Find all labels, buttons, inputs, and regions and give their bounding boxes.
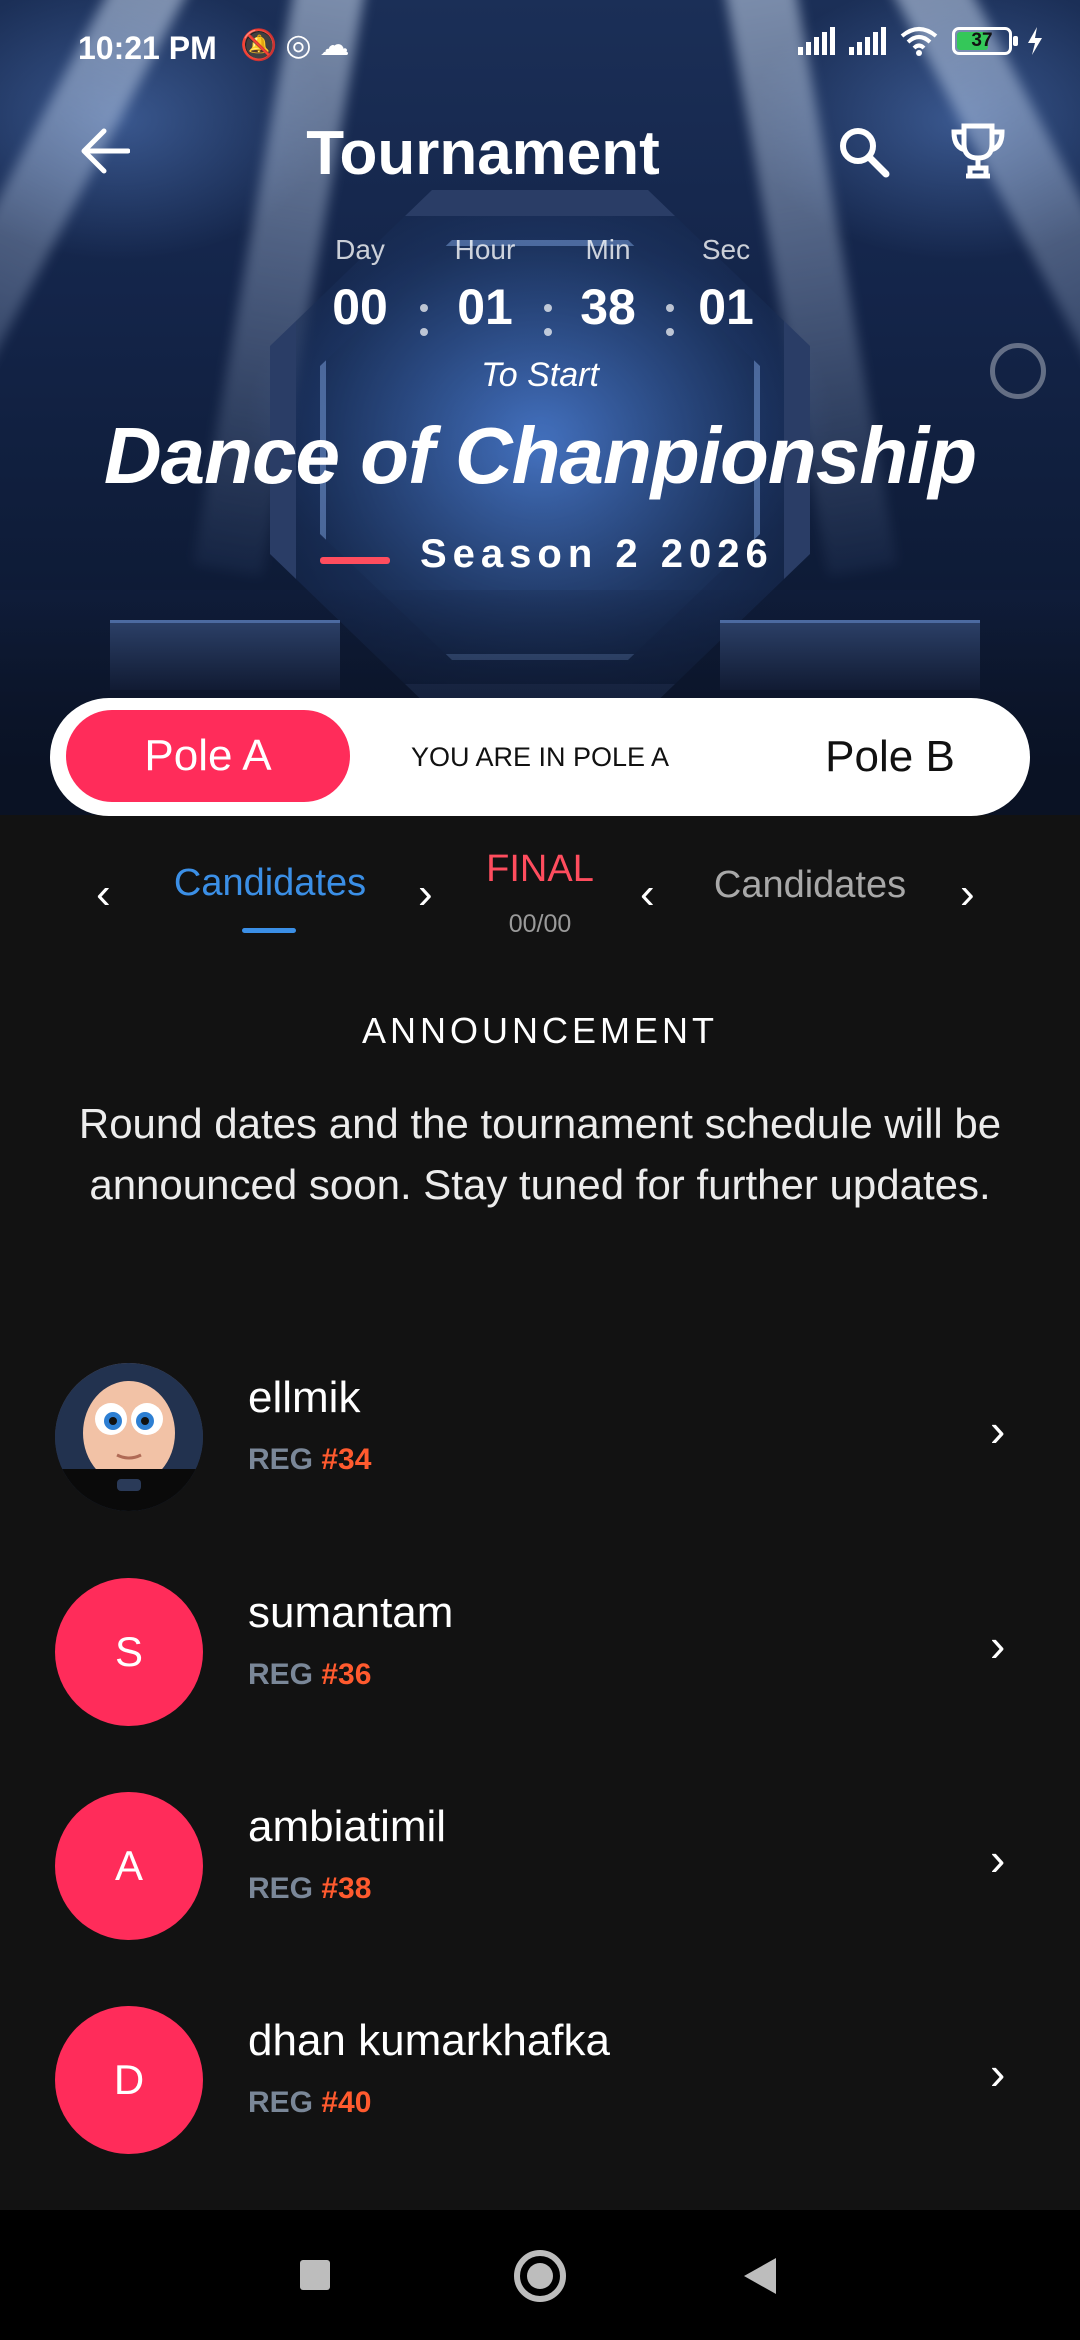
status-right-icons: 37	[798, 26, 1044, 56]
back-triangle-icon[interactable]	[744, 2258, 776, 2294]
candidate-reg-number: #36	[321, 1658, 372, 1691]
avatar: D	[55, 2006, 203, 2154]
countdown-min: Min 38	[548, 234, 668, 336]
status-left-icons: 🔕◎☁	[240, 28, 358, 63]
countdown-day: Day 00	[300, 234, 420, 336]
search-icon	[840, 128, 890, 178]
candidate-row[interactable]: A ambiatimil REG #38 ›	[0, 1772, 1080, 1952]
tab-candidates-left[interactable]: Candidates	[160, 862, 380, 905]
tab-active-indicator	[242, 928, 296, 933]
avatar: A	[55, 1792, 203, 1940]
candidate-name: dhan kumarkhafka	[248, 2016, 610, 2065]
candidate-name: ambiatimil	[248, 1802, 447, 1851]
chevron-right-icon[interactable]: ›	[990, 2048, 1030, 2098]
candidate-row[interactable]: D dhan kumarkhafka REG #40 ›	[0, 1986, 1080, 2166]
status-bar: 10:21 PM 🔕◎☁ 37	[0, 0, 1080, 96]
battery-level: 37	[971, 30, 993, 51]
announcement-title: ANNOUNCEMENT	[361, 1010, 718, 1051]
pole-switcher: Pole A YOU ARE IN POLE A Pole B	[50, 698, 1030, 816]
pole-b-button[interactable]: Pole B	[790, 698, 990, 816]
countdown-hour-label: Hour	[454, 234, 516, 265]
chevron-right-icon[interactable]: ›	[990, 1834, 1030, 1884]
avatar	[55, 1363, 203, 1511]
countdown-day-label: Day	[335, 234, 385, 265]
season-accent-line	[320, 557, 390, 564]
signal-icon-2	[849, 27, 886, 55]
wifi-icon	[900, 27, 938, 56]
chevron-right-icon-2[interactable]: ›	[960, 872, 975, 916]
countdown-day-value: 00	[332, 279, 388, 335]
chevron-right-icon[interactable]: ›	[990, 1620, 1030, 1670]
signal-icon	[798, 27, 835, 55]
countdown-sec-value: 01	[698, 279, 754, 335]
battery-icon: 37	[952, 27, 1018, 55]
cloud-icon: ☁	[319, 29, 358, 62]
status-time: 10:21 PM	[78, 30, 217, 66]
countdown-min-label: Min	[585, 234, 631, 265]
vpn-icon: ◎	[285, 29, 320, 62]
system-nav-bar	[0, 2210, 1080, 2340]
chevron-right-icon[interactable]: ›	[990, 1405, 1030, 1455]
countdown-caption: To Start	[481, 356, 599, 394]
avatar: S	[55, 1578, 203, 1726]
candidate-reg: REG #40	[248, 2086, 372, 2119]
round-final-count: 00/00	[508, 910, 572, 938]
chevron-left-icon-2[interactable]: ‹	[640, 872, 655, 916]
trophy-icon	[951, 123, 1005, 179]
home-icon[interactable]	[514, 2250, 566, 2302]
candidate-reg: REG #38	[248, 1872, 372, 1905]
candidate-row[interactable]: S sumantam REG #36 ›	[0, 1558, 1080, 1738]
round-final-label[interactable]: FINAL	[440, 848, 640, 891]
candidate-reg: REG #36	[248, 1658, 372, 1691]
charging-icon	[1028, 27, 1042, 55]
candidate-reg-number: #34	[321, 1443, 372, 1476]
announcement-text: Round dates and the tournament schedule …	[78, 1100, 1002, 1208]
trophy-button[interactable]	[950, 122, 1012, 184]
chevron-right-icon[interactable]: ›	[418, 872, 433, 916]
candidate-reg-number: #40	[321, 2086, 372, 2119]
recents-icon[interactable]	[300, 2260, 330, 2290]
avatar-image	[55, 1363, 203, 1511]
pole-status: YOU ARE IN POLE A	[410, 742, 670, 772]
candidate-name: sumantam	[248, 1588, 454, 1637]
search-button[interactable]	[836, 124, 896, 184]
candidate-reg-number: #38	[321, 1872, 372, 1905]
countdown-hour-value: 01	[457, 279, 513, 335]
event-title: Dance of Chanpionship	[103, 411, 977, 500]
countdown-hour: Hour 01	[425, 234, 545, 336]
candidate-reg: REG #34	[248, 1443, 372, 1476]
candidate-row[interactable]: ellmik REG #34 ›	[0, 1343, 1080, 1523]
chevron-left-icon[interactable]: ‹	[96, 872, 111, 916]
tab-candidates-right[interactable]: Candidates	[700, 864, 920, 907]
page-title: Tournament	[306, 119, 660, 188]
countdown-sec: Sec 01	[666, 234, 786, 336]
countdown-sec-label: Sec	[701, 234, 751, 265]
countdown-min-value: 38	[580, 279, 636, 335]
pole-a-button[interactable]: Pole A	[66, 710, 350, 802]
event-season: Season 2 2026	[420, 532, 774, 576]
candidate-name: ellmik	[248, 1373, 361, 1422]
mute-icon: 🔕	[240, 29, 286, 62]
